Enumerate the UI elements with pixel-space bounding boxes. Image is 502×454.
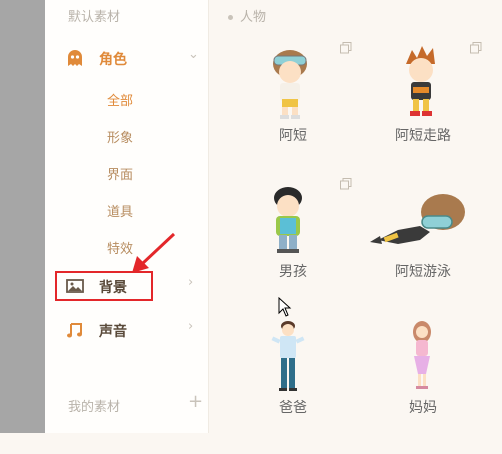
category-sound[interactable]: 声音 › (45, 315, 208, 345)
category-header-label: 人物 (240, 10, 267, 25)
ghost-icon (68, 50, 82, 66)
chevron-down-icon[interactable]: ⌄ (188, 47, 199, 62)
asset-name: 男孩 (279, 264, 307, 280)
category-sound-label: 声音 (99, 324, 127, 340)
asset-card[interactable]: 妈妈 (358, 314, 488, 454)
character-dad-image (271, 321, 305, 391)
category-header: 人物 (228, 6, 266, 25)
subitem-all[interactable]: 全部 (107, 90, 133, 109)
add-icon[interactable]: + (188, 391, 203, 412)
character-ashort-image (273, 50, 307, 119)
asset-card[interactable]: 阿短走路 (358, 42, 488, 182)
bullet-icon (228, 15, 233, 20)
asset-card[interactable]: 阿短游泳 (358, 178, 488, 318)
character-ashort-swimming-image (370, 194, 465, 244)
subitem-interface[interactable]: 界面 (107, 164, 133, 183)
music-note-icon (67, 323, 82, 338)
default-assets-section-title: 默认素材 (68, 10, 121, 25)
mouse-cursor-icon (278, 297, 292, 317)
left-gray-strip (0, 0, 45, 433)
subitem-props[interactable]: 道具 (107, 201, 133, 220)
category-role-label: 角色 (99, 52, 127, 68)
character-ashort-walking-image (406, 46, 435, 116)
asset-name: 妈妈 (409, 400, 437, 416)
asset-name: 阿短 (279, 128, 307, 144)
asset-card[interactable]: 男孩 (228, 178, 358, 318)
asset-sidebar: 默认素材 角色 ⌄ 全部 形象 界面 道具 特效 背景 › 声音 › 我的素材 … (45, 0, 209, 433)
my-assets-section-title: 我的素材 (68, 400, 121, 415)
asset-name: 爸爸 (279, 400, 307, 416)
character-boy-image (274, 187, 302, 253)
category-role[interactable]: 角色 ⌄ (45, 43, 208, 73)
subitem-image[interactable]: 形象 (107, 127, 133, 146)
character-mom-image (413, 321, 431, 389)
asset-card[interactable]: 阿短 (228, 42, 358, 182)
asset-name: 阿短游泳 (395, 264, 451, 280)
annotation-arrow-icon (132, 232, 176, 273)
asset-name: 阿短走路 (395, 128, 451, 144)
chevron-right-icon[interactable]: › (188, 319, 193, 334)
chevron-right-icon[interactable]: › (188, 275, 193, 290)
asset-card[interactable]: 爸爸 (228, 314, 358, 454)
